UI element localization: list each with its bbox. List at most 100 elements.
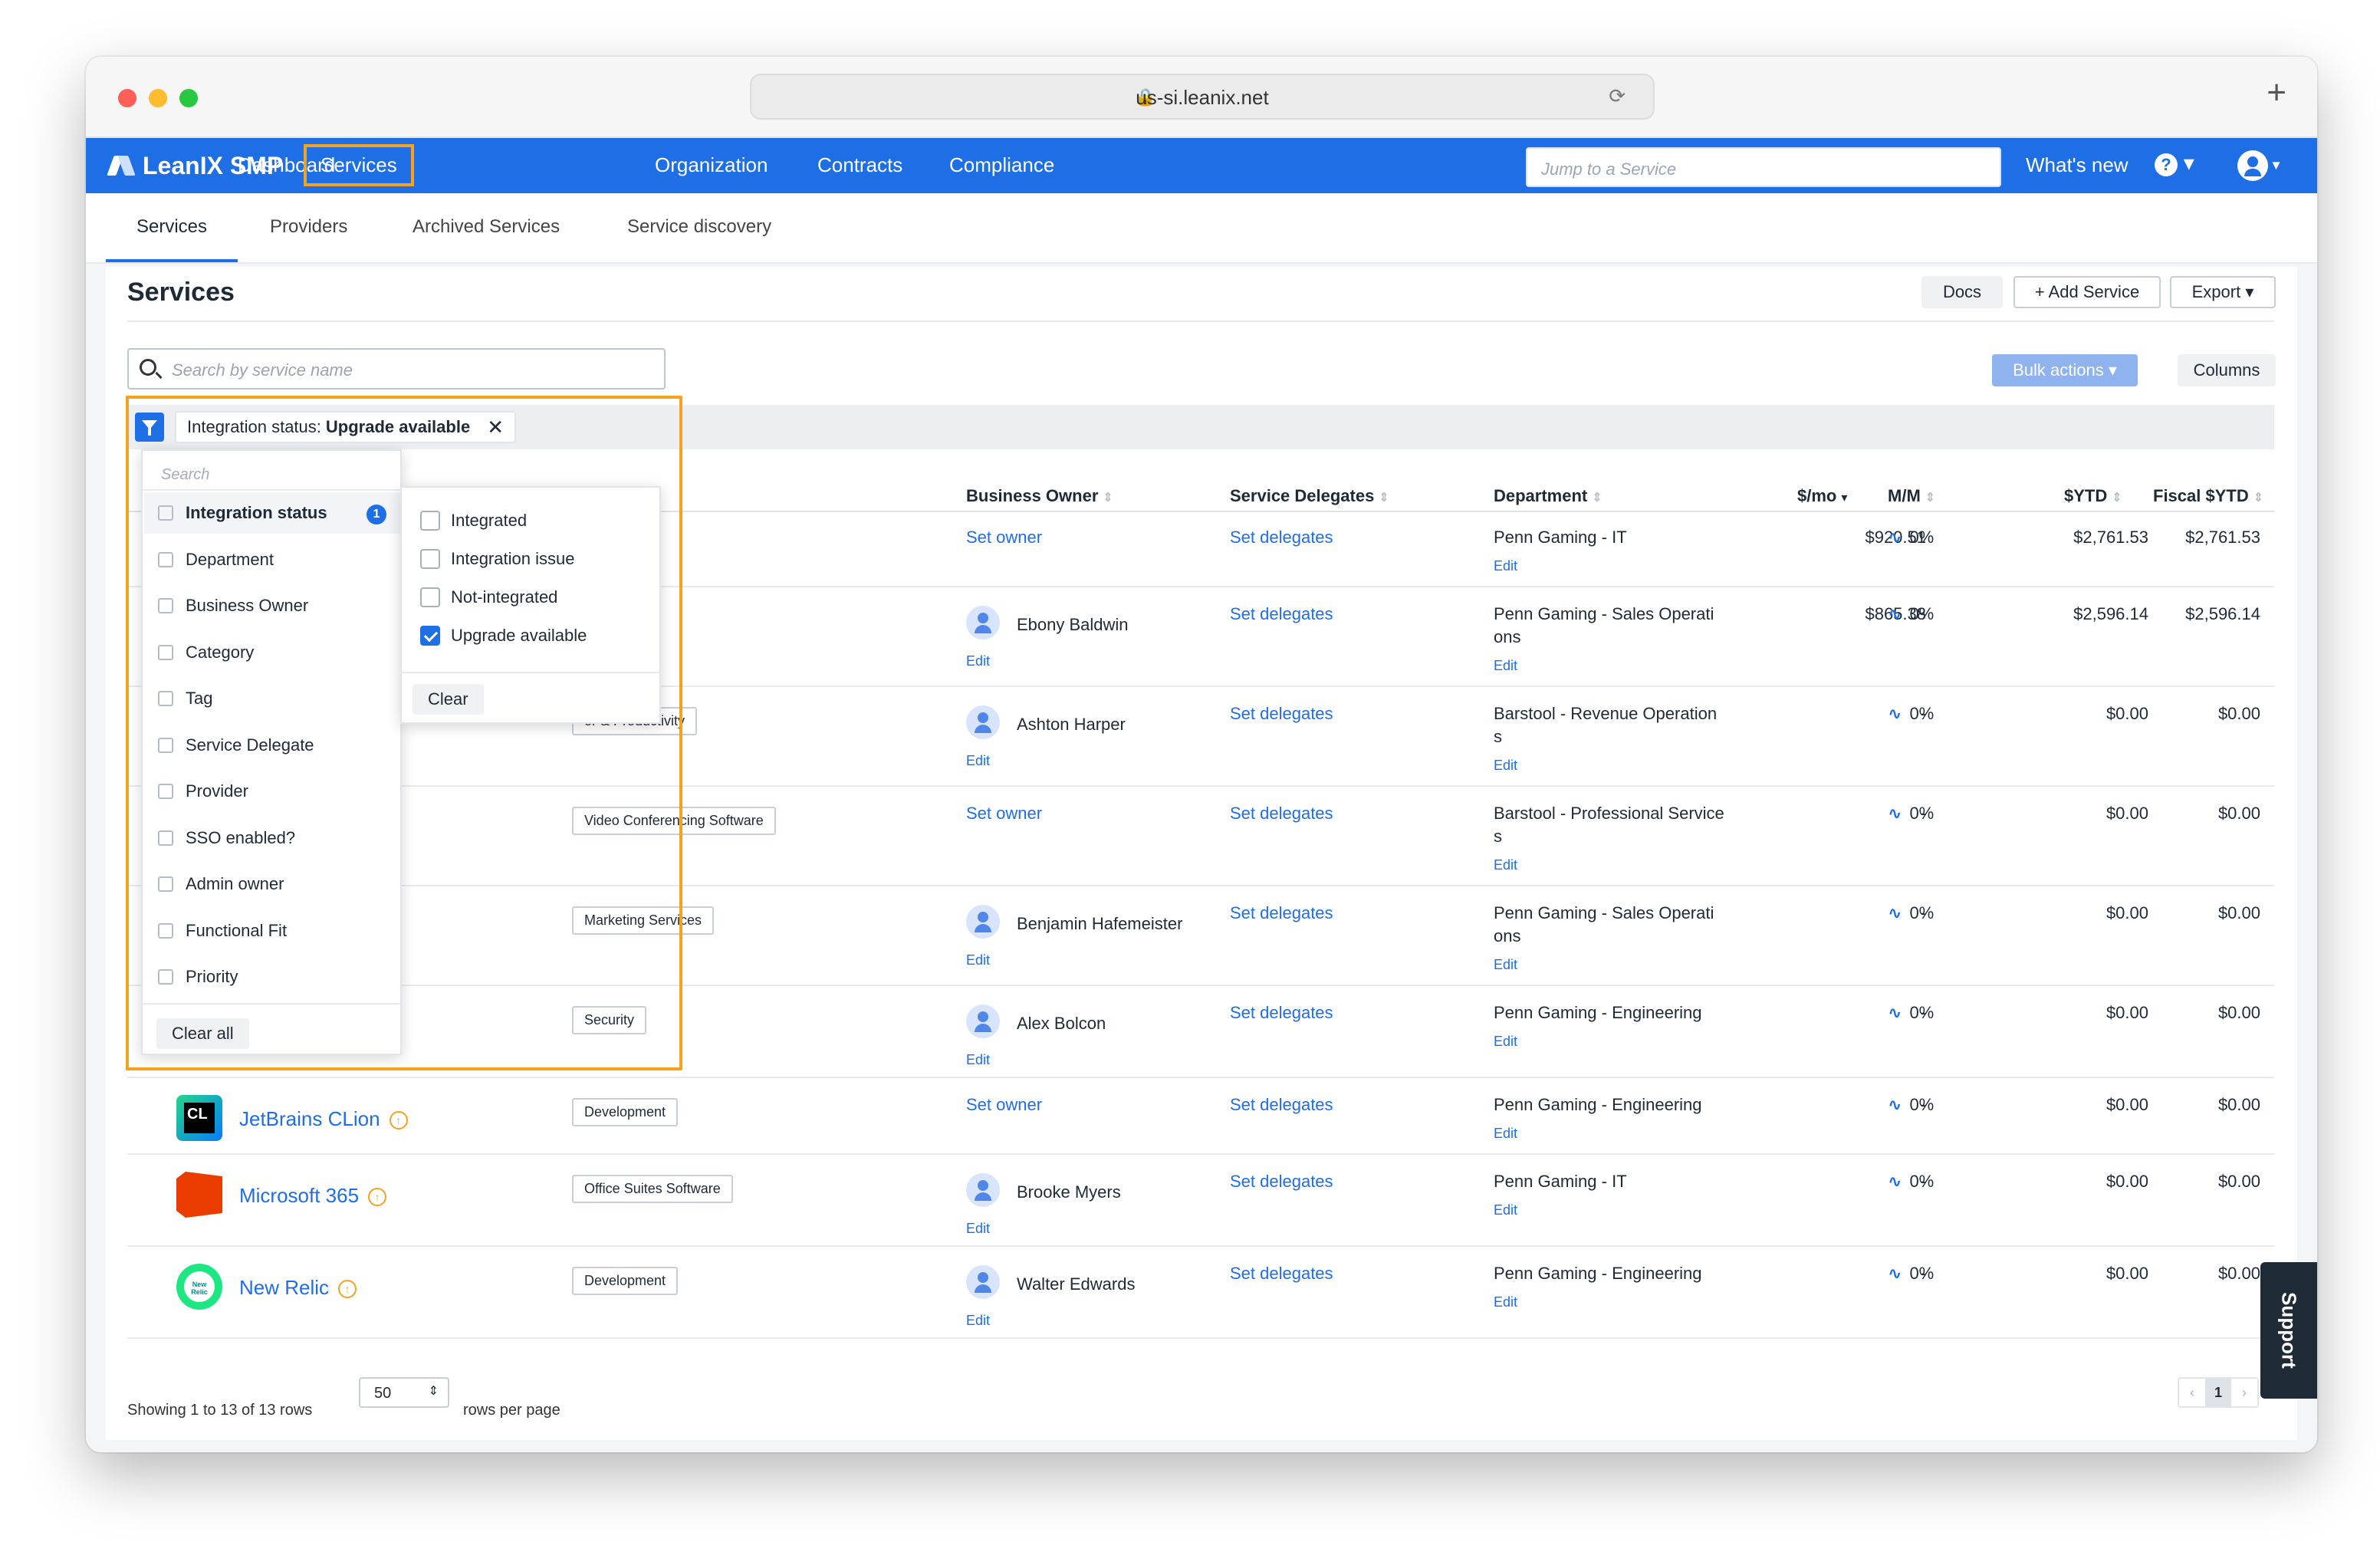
edit-department-link[interactable]: Edit [1494,658,1517,674]
jump-to-service-input[interactable]: Jump to a Service [1526,147,2001,187]
checkbox[interactable] [420,587,440,607]
filter-category-item[interactable]: Service Delegate [158,735,314,755]
edit-department-link[interactable]: Edit [1494,857,1517,873]
nav-services[interactable]: Services [304,144,414,186]
columns-button[interactable]: Columns [2178,354,2276,386]
sort-icon: ⇕ [1925,492,1936,505]
edit-owner-link[interactable]: Edit [966,1052,990,1068]
set-owner-link[interactable]: Set owner [966,804,1042,824]
filter-category-item[interactable]: Functional Fit [158,921,287,941]
mm-trend: ∿ 0% [1888,528,1934,547]
owner-name: Walter Edwards [1017,1274,1136,1294]
filter-category-item[interactable]: Tag [158,689,212,709]
checkbox[interactable] [420,549,440,569]
set-delegates-link[interactable]: Set delegates [1230,1095,1333,1115]
clear-all-button[interactable]: Clear all [156,1018,249,1049]
filter-category-item[interactable]: Category [158,643,254,663]
header-business-owner[interactable]: Business Owner ⇕ [966,486,1113,506]
edit-department-link[interactable]: Edit [1494,1126,1517,1142]
checkbox[interactable] [420,626,440,646]
service-name-link[interactable]: JetBrains CLion ↑ [239,1107,408,1131]
set-delegates-link[interactable]: Set delegates [1230,804,1333,824]
filter-option[interactable]: Integration issue [420,549,574,569]
bulk-actions-button[interactable]: Bulk actions ▾ [1992,354,2138,386]
edit-department-link[interactable]: Edit [1494,558,1517,574]
help-menu[interactable]: ? ▾ [2155,150,2194,176]
header-mm[interactable]: M/M ⇕ [1888,486,1935,506]
filter-option[interactable]: Integrated [420,511,527,531]
edit-owner-link[interactable]: Edit [966,753,990,769]
filter-category-item[interactable]: Department [158,550,274,570]
set-delegates-link[interactable]: Set delegates [1230,1264,1333,1284]
active-filter-chip[interactable]: Integration status: Upgrade available ✕ [175,411,516,443]
edit-department-link[interactable]: Edit [1494,758,1517,774]
header-per-month[interactable]: $/mo ▾ [1797,486,1847,506]
header-service-delegates[interactable]: Service Delegates ⇕ [1230,486,1389,506]
minimize-window-button[interactable] [149,89,167,107]
edit-owner-link[interactable]: Edit [966,952,990,968]
clear-button[interactable]: Clear [413,684,484,715]
reload-icon[interactable]: ⟳ [1609,84,1635,108]
filter-option[interactable]: Upgrade available [420,626,587,646]
set-delegates-link[interactable]: Set delegates [1230,604,1333,624]
export-button[interactable]: Export ▾ [2170,276,2276,308]
filter-icon[interactable] [135,413,164,442]
set-delegates-link[interactable]: Set delegates [1230,903,1333,923]
next-page-icon[interactable]: › [2231,1379,2257,1406]
filter-search-input[interactable]: Search [161,466,209,484]
filter-category-item[interactable]: Provider [158,781,248,801]
tab-service-discovery[interactable]: Service discovery [627,216,771,238]
address-bar[interactable]: 🔒 us-si.leanix.net ⟳ [750,74,1655,120]
category-label: Category [186,642,255,662]
filter-category-item[interactable]: Admin owner [158,874,284,894]
tab-archived-services[interactable]: Archived Services [413,216,560,238]
add-service-button[interactable]: + Add Service [2013,276,2161,308]
edit-department-link[interactable]: Edit [1494,957,1517,973]
set-owner-link[interactable]: Set owner [966,528,1042,547]
nav-organization[interactable]: Organization [655,153,768,177]
filter-option[interactable]: Not-integrated [420,587,557,607]
header-department[interactable]: Department ⇕ [1494,486,1603,506]
tab-providers[interactable]: Providers [270,216,347,238]
nav-compliance[interactable]: Compliance [949,153,1054,177]
tab-services[interactable]: Services [136,216,207,238]
set-delegates-link[interactable]: Set delegates [1230,704,1333,724]
filter-category-item[interactable]: SSO enabled? [158,828,295,848]
user-avatar-icon [2237,150,2268,181]
service-name-link[interactable]: Microsoft 365 ↑ [239,1184,387,1208]
close-window-button[interactable] [118,89,136,107]
set-delegates-link[interactable]: Set delegates [1230,1172,1333,1192]
support-button[interactable]: Support [2260,1262,2317,1399]
set-delegates-link[interactable]: Set delegates [1230,1003,1333,1023]
header-fiscal-ytd[interactable]: Fiscal $YTD ⇕ [2153,486,2263,506]
filter-category-item[interactable]: Priority [158,967,238,987]
nav-contracts[interactable]: Contracts [817,153,902,177]
edit-owner-link[interactable]: Edit [966,653,990,669]
set-owner-link[interactable]: Set owner [966,1095,1042,1115]
header-ytd[interactable]: $YTD ⇕ [2064,486,2122,506]
service-search-input[interactable]: Search by service name [127,348,666,390]
page-number[interactable]: 1 [2205,1379,2231,1406]
row-divider [127,785,2274,787]
checkbox[interactable] [420,511,440,531]
edit-owner-link[interactable]: Edit [966,1221,990,1237]
edit-owner-link[interactable]: Edit [966,1313,990,1329]
edit-department-link[interactable]: Edit [1494,1294,1517,1310]
prev-page-icon[interactable]: ‹ [2179,1379,2205,1406]
rows-per-page-select[interactable]: 50 ⇕ [359,1377,449,1408]
remove-filter-icon[interactable]: ✕ [487,416,504,439]
sort-icon: ⇕ [1103,492,1113,505]
category-tag: Security [572,1006,647,1034]
set-delegates-link[interactable]: Set delegates [1230,528,1333,547]
filter-category-item[interactable]: Business Owner [158,596,308,616]
docs-button[interactable]: Docs [1921,276,2003,308]
department-name: Barstool - Revenue Operation [1494,704,1718,723]
maximize-window-button[interactable] [179,89,198,107]
filter-category-item[interactable]: Integration status [158,503,327,523]
edit-department-link[interactable]: Edit [1494,1202,1517,1218]
whats-new-link[interactable]: What's new [2026,153,2129,177]
service-name-link[interactable]: New Relic ↑ [239,1276,357,1300]
edit-department-link[interactable]: Edit [1494,1034,1517,1050]
new-tab-button[interactable]: + [2267,74,2286,112]
user-menu[interactable]: ▾ [2237,150,2280,181]
